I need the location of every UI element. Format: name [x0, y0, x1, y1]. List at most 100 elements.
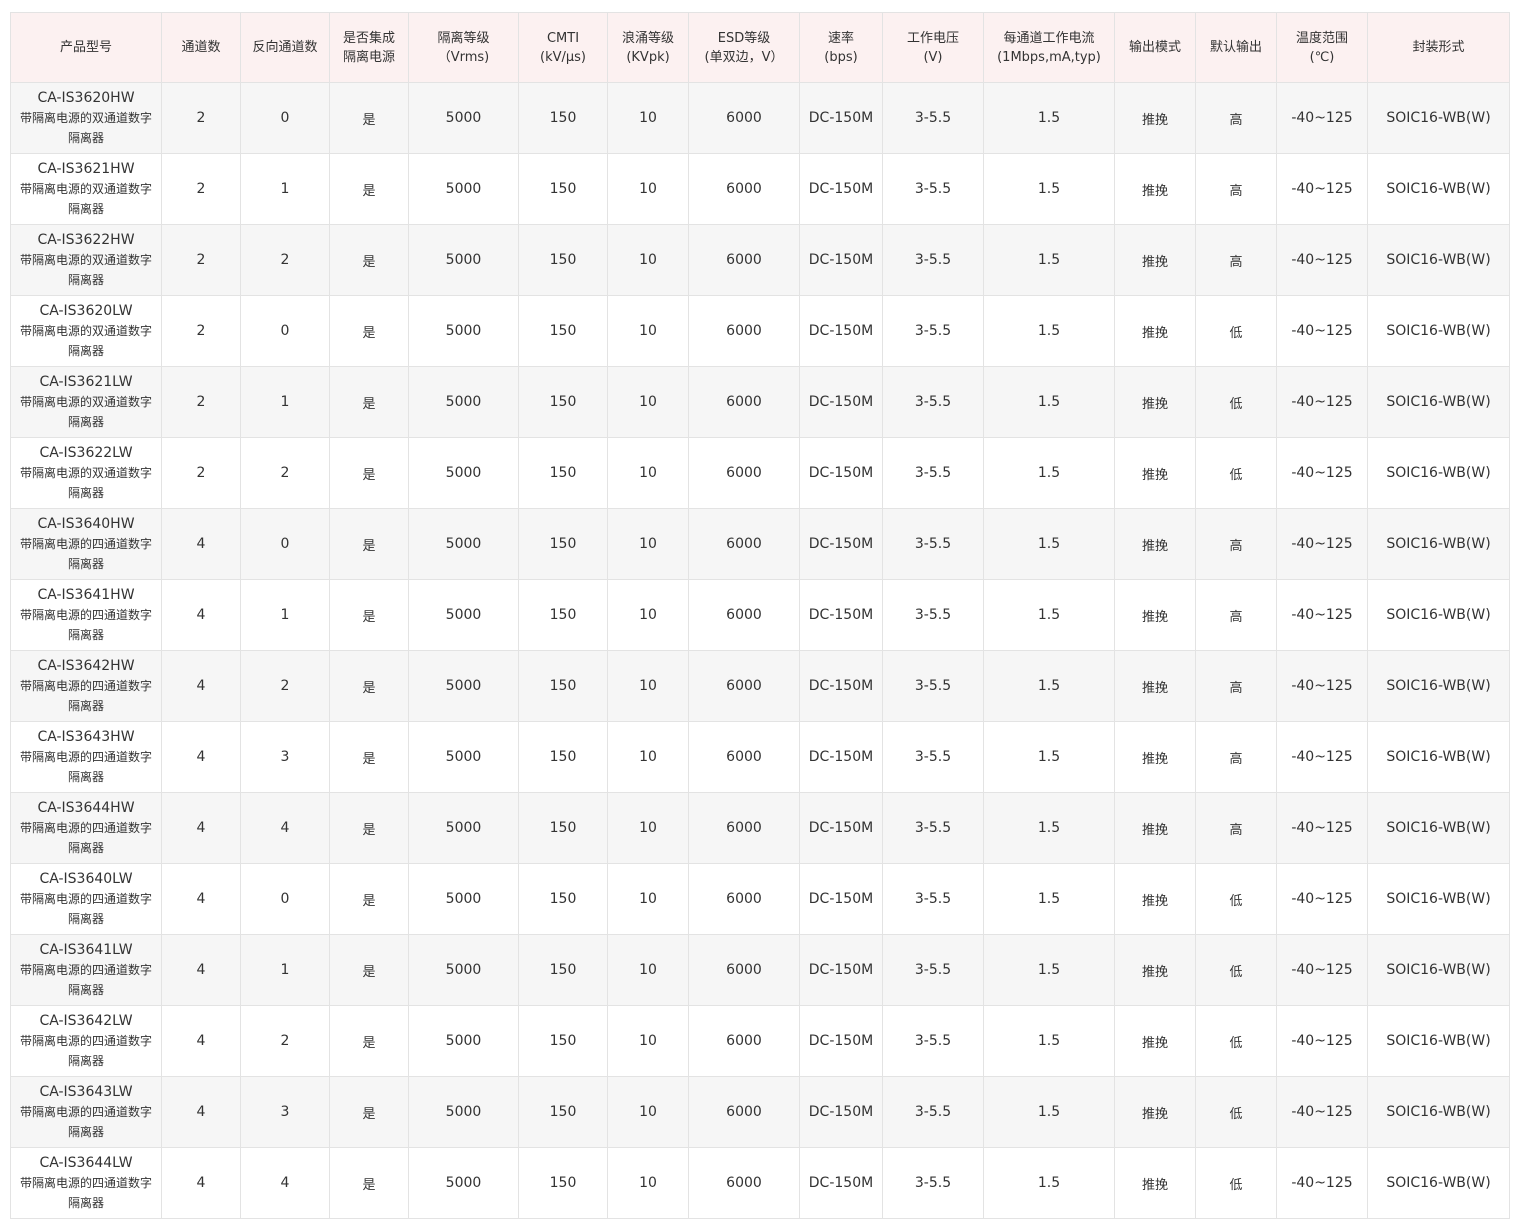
cell-isolation: 5000 — [408, 82, 519, 154]
cell-output-mode: 推挽 — [1114, 153, 1196, 225]
cell-product-model: CA-IS3641LW 带隔离电源的四通道数字隔离器 — [10, 934, 162, 1006]
cell-integrated: 是 — [329, 82, 409, 154]
cell-reverse: 1 — [240, 153, 330, 225]
cell-esd: 6000 — [688, 153, 800, 225]
cell-esd: 6000 — [688, 1005, 800, 1077]
cell-surge: 10 — [607, 295, 689, 367]
cell-integrated: 是 — [329, 508, 409, 580]
cell-surge: 10 — [607, 82, 689, 154]
column-header-line: 是否集成 — [342, 30, 395, 46]
column-header-current: 每通道工作电流 (1Mbps,mA,typ) — [983, 12, 1115, 83]
cell-cmti: 150 — [518, 1005, 608, 1077]
cell-channels: 4 — [161, 508, 241, 580]
cell-temp: -40~125 — [1276, 366, 1368, 438]
cell-isolation: 5000 — [408, 153, 519, 225]
table-row: CA-IS3620HW 带隔离电源的双通道数字隔离器 2 0 是 5000 150 10 600… — [10, 82, 1510, 154]
cell-temp: -40~125 — [1276, 1147, 1368, 1219]
cell-default-output: 高 — [1195, 721, 1277, 793]
column-header-line: (bps) — [824, 49, 858, 65]
cell-rate: DC-150M — [799, 224, 883, 296]
cell-package: SOIC16-WB(W) — [1367, 579, 1510, 651]
cell-package: SOIC16-WB(W) — [1367, 153, 1510, 225]
cell-cmti: 150 — [518, 934, 608, 1006]
cell-current: 1.5 — [983, 295, 1115, 367]
cell-channels: 2 — [161, 366, 241, 438]
cell-package: SOIC16-WB(W) — [1367, 650, 1510, 722]
cell-rate: DC-150M — [799, 934, 883, 1006]
cell-voltage: 3-5.5 — [882, 1005, 984, 1077]
cell-default-output: 高 — [1195, 82, 1277, 154]
product-model-number: CA-IS3642HW — [37, 658, 135, 674]
column-header-model: 产品型号 — [10, 12, 162, 83]
cell-temp: -40~125 — [1276, 1076, 1368, 1148]
cell-voltage: 3-5.5 — [882, 437, 984, 509]
cell-current: 1.5 — [983, 579, 1115, 651]
cell-esd: 6000 — [688, 792, 800, 864]
cell-product-model: CA-IS3643LW 带隔离电源的四通道数字隔离器 — [10, 1076, 162, 1148]
column-header-temp: 温度范围 (℃) — [1276, 12, 1368, 83]
cell-integrated: 是 — [329, 1147, 409, 1219]
cell-integrated: 是 — [329, 153, 409, 225]
cell-temp: -40~125 — [1276, 934, 1368, 1006]
cell-output-mode: 推挽 — [1114, 82, 1196, 154]
cell-reverse: 2 — [240, 437, 330, 509]
table-row: CA-IS3641LW 带隔离电源的四通道数字隔离器 4 1 是 5000 150 10 600… — [10, 934, 1510, 1006]
cell-product-model: CA-IS3622LW 带隔离电源的双通道数字隔离器 — [10, 437, 162, 509]
cell-output-mode: 推挽 — [1114, 1076, 1196, 1148]
column-header-line: 通道数 — [181, 40, 221, 55]
table-row: CA-IS3643LW 带隔离电源的四通道数字隔离器 4 3 是 5000 150 10 600… — [10, 1076, 1510, 1148]
cell-voltage: 3-5.5 — [882, 721, 984, 793]
product-description: 带隔离电源的双通道数字隔离器 — [19, 182, 152, 216]
cell-reverse: 1 — [240, 579, 330, 651]
cell-channels: 4 — [161, 1005, 241, 1077]
cell-channels: 2 — [161, 153, 241, 225]
cell-output-mode: 推挽 — [1114, 508, 1196, 580]
cell-integrated: 是 — [329, 437, 409, 509]
cell-product-model: CA-IS3642HW 带隔离电源的四通道数字隔离器 — [10, 650, 162, 722]
table-header: 产品型号 通道数 反向通道数 是否集成 隔离电源 隔离等级 （Vrms) CMTI (kV/μs… — [10, 12, 1510, 83]
product-model-number: CA-IS3621LW — [39, 374, 133, 390]
cell-esd: 6000 — [688, 579, 800, 651]
cell-product-model: CA-IS3641HW 带隔离电源的四通道数字隔离器 — [10, 579, 162, 651]
cell-default-output: 低 — [1195, 366, 1277, 438]
cell-reverse: 2 — [240, 224, 330, 296]
cell-voltage: 3-5.5 — [882, 82, 984, 154]
cell-integrated: 是 — [329, 1005, 409, 1077]
cell-product-model: CA-IS3644LW 带隔离电源的四通道数字隔离器 — [10, 1147, 162, 1219]
product-description: 带隔离电源的双通道数字隔离器 — [19, 395, 152, 429]
cell-current: 1.5 — [983, 1147, 1115, 1219]
cell-current: 1.5 — [983, 82, 1115, 154]
cell-current: 1.5 — [983, 366, 1115, 438]
cell-surge: 10 — [607, 366, 689, 438]
cell-current: 1.5 — [983, 224, 1115, 296]
cell-isolation: 5000 — [408, 508, 519, 580]
cell-rate: DC-150M — [799, 863, 883, 935]
column-header-reverse: 反向通道数 — [240, 12, 330, 83]
cell-default-output: 高 — [1195, 650, 1277, 722]
column-header-integrated: 是否集成 隔离电源 — [329, 12, 409, 83]
table-row: CA-IS3620LW 带隔离电源的双通道数字隔离器 2 0 是 5000 150 10 600… — [10, 295, 1510, 367]
cell-integrated: 是 — [329, 295, 409, 367]
table-row: CA-IS3621LW 带隔离电源的双通道数字隔离器 2 1 是 5000 150 10 600… — [10, 366, 1510, 438]
cell-reverse: 0 — [240, 863, 330, 935]
cell-rate: DC-150M — [799, 1005, 883, 1077]
cell-channels: 4 — [161, 650, 241, 722]
product-description: 带隔离电源的双通道数字隔离器 — [19, 253, 152, 287]
cell-channels: 2 — [161, 437, 241, 509]
cell-output-mode: 推挽 — [1114, 934, 1196, 1006]
cell-output-mode: 推挽 — [1114, 863, 1196, 935]
cell-product-model: CA-IS3622HW 带隔离电源的双通道数字隔离器 — [10, 224, 162, 296]
cell-channels: 2 — [161, 82, 241, 154]
column-header-voltage: 工作电压 (V) — [882, 12, 984, 83]
cell-package: SOIC16-WB(W) — [1367, 863, 1510, 935]
product-model-number: CA-IS3620LW — [39, 303, 133, 319]
cell-package: SOIC16-WB(W) — [1367, 508, 1510, 580]
product-model-number: CA-IS3641LW — [39, 942, 133, 958]
cell-surge: 10 — [607, 721, 689, 793]
cell-package: SOIC16-WB(W) — [1367, 1076, 1510, 1148]
column-header-line: 每通道工作电流 — [1003, 30, 1095, 46]
cell-esd: 6000 — [688, 1147, 800, 1219]
cell-voltage: 3-5.5 — [882, 366, 984, 438]
cell-product-model: CA-IS3642LW 带隔离电源的四通道数字隔离器 — [10, 1005, 162, 1077]
cell-package: SOIC16-WB(W) — [1367, 721, 1510, 793]
